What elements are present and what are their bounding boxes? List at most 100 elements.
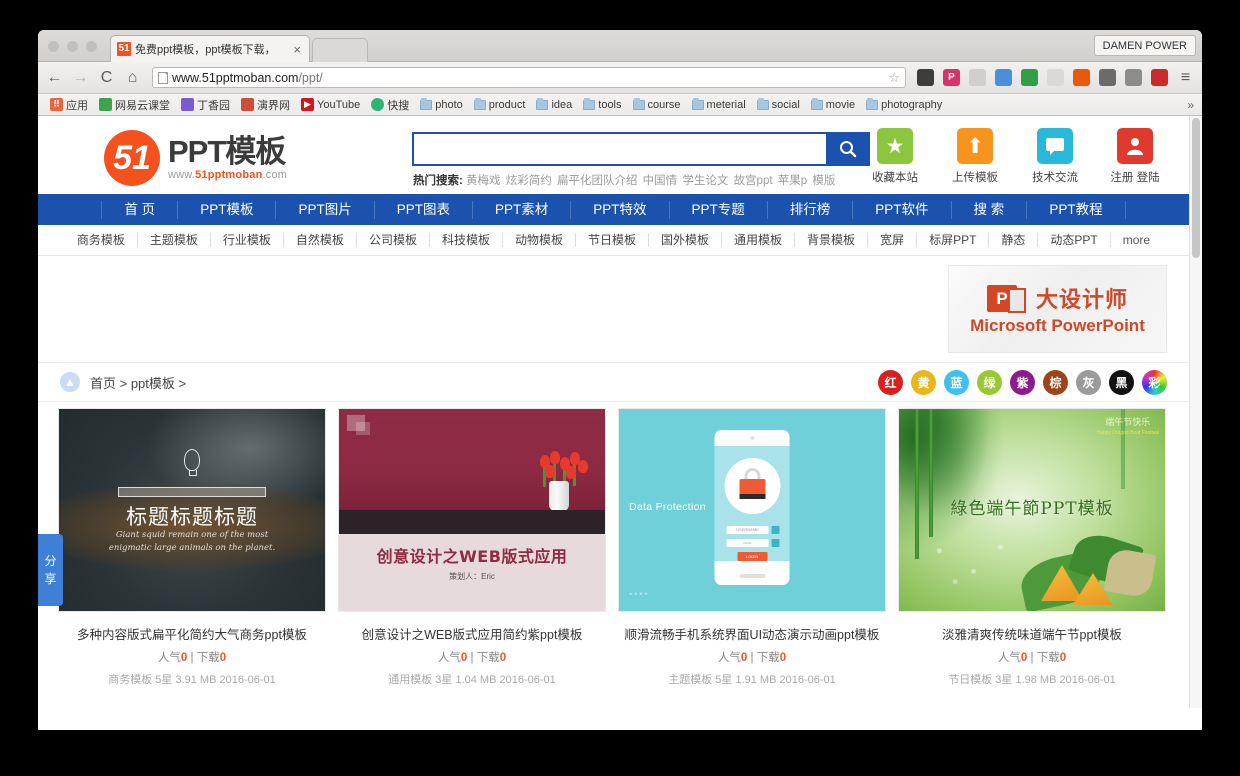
bookmark-dxy[interactable]: 丁香园 (177, 96, 234, 114)
quicklink-support[interactable]: 技术交流 (1023, 128, 1087, 185)
search-input[interactable] (412, 132, 826, 166)
color-filter-blue[interactable]: 蓝 (944, 369, 969, 395)
color-filter-brown[interactable]: 棕 (1043, 369, 1068, 395)
nav-item-topics[interactable]: PPT专题 (670, 200, 768, 219)
bookmark-folder-social[interactable]: social (753, 97, 804, 112)
extension-icon-7[interactable] (1073, 69, 1090, 86)
hot-term[interactable]: 炫彩简约 (506, 175, 552, 187)
nav-item-images[interactable]: PPT图片 (276, 200, 375, 219)
subnav-item-general[interactable]: 通用模板 (722, 233, 796, 247)
home-icon[interactable]: ⌂ (124, 69, 141, 87)
bookmark-folder-meterial[interactable]: meterial (688, 97, 750, 112)
card-title[interactable]: 顺滑流畅手机系统界面UI动态演示动画ppt模板 (618, 624, 886, 643)
color-filter-black[interactable]: 黑 (1109, 369, 1134, 395)
color-filter-colorful[interactable]: 彩 (1142, 369, 1167, 395)
extension-icon-3[interactable] (969, 69, 986, 86)
subnav-item-more[interactable]: more (1111, 233, 1162, 247)
window-controls[interactable] (48, 41, 97, 52)
bookmark-folder-photo[interactable]: photo (416, 97, 467, 112)
bookmark-kuaisou[interactable]: 快搜 (367, 96, 413, 114)
power-icon[interactable] (1099, 69, 1116, 86)
nav-item-search[interactable]: 搜 索 (952, 200, 1028, 219)
bookmark-apps[interactable]: ⠿ 应用 (46, 96, 92, 114)
hot-term[interactable]: 黄梅戏 (466, 175, 501, 187)
nav-item-ranking[interactable]: 排行榜 (768, 200, 854, 219)
nav-item-tutorial[interactable]: PPT教程 (1027, 200, 1126, 219)
browser-tab-active[interactable]: 51 免费ppt模板，ppt模板下载， × (110, 35, 310, 62)
site-logo[interactable]: 51 PPT模板 www.51pptmoban.com (104, 130, 287, 186)
bookmark-youtube[interactable]: ▶ YouTube (297, 97, 364, 112)
color-filter-yellow[interactable]: 黄 (911, 369, 936, 395)
nav-item-effects[interactable]: PPT特效 (571, 200, 670, 219)
template-card[interactable]: 标题标题标题 Giant squid remain one of the mos… (52, 408, 332, 687)
nav-item-charts[interactable]: PPT图表 (375, 200, 473, 219)
bookmark-folder-tools[interactable]: tools (579, 97, 625, 112)
template-card[interactable]: 端午节快乐 Happy Dragon Boat Festival 綠色端午節PP… (892, 408, 1172, 687)
powerpoint-ad-banner[interactable]: P 大设计师 Microsoft PowerPoint (948, 265, 1167, 353)
bookmark-folder-photography[interactable]: photography (862, 97, 946, 112)
browser-menu-icon[interactable]: ≡ (1177, 69, 1194, 87)
hot-term[interactable]: 苹果p (778, 175, 807, 187)
template-thumbnail[interactable]: 创意设计之WEB版式应用 策划人：Eric (338, 408, 606, 612)
template-card[interactable]: 创意设计之WEB版式应用 策划人：Eric 创意设计之WEB版式应用简约紫ppt… (332, 408, 612, 687)
subnav-item-industry[interactable]: 行业模板 (211, 233, 284, 247)
address-bar[interactable]: www.51pptmoban.com/ppt/ ☆ (152, 67, 906, 88)
bookmark-folder-product[interactable]: product (470, 97, 530, 112)
extension-icon-10[interactable] (1151, 69, 1168, 86)
hot-term[interactable]: 学生论文 (682, 175, 728, 187)
card-title[interactable]: 创意设计之WEB版式应用简约紫ppt模板 (338, 624, 606, 643)
bookmark-yanjie[interactable]: 演界网 (237, 96, 294, 114)
color-filter-green[interactable]: 绿 (977, 369, 1002, 395)
back-icon[interactable]: ← (46, 69, 63, 87)
hot-term[interactable]: 模版 (812, 175, 835, 187)
bookmark-folder-idea[interactable]: idea (532, 97, 576, 112)
quicklink-upload[interactable]: ⬆ 上传模板 (943, 128, 1007, 185)
subnav-item-foreign[interactable]: 国外模板 (649, 233, 723, 247)
subnav-item-animal[interactable]: 动物模板 (503, 233, 576, 247)
up-arrow-icon[interactable]: ▲ (60, 372, 80, 392)
card-title[interactable]: 多种内容版式扁平化简约大气商务ppt模板 (58, 624, 326, 643)
bookmarks-overflow-icon[interactable]: » (1187, 98, 1194, 112)
bookmark-folder-movie[interactable]: movie (807, 97, 859, 112)
template-thumbnail[interactable]: 端午节快乐 Happy Dragon Boat Festival 綠色端午節PP… (898, 408, 1166, 612)
subnav-item-holiday[interactable]: 节日模板 (576, 233, 649, 247)
nav-item-templates[interactable]: PPT模板 (178, 200, 277, 219)
template-thumbnail[interactable]: 标题标题标题 Giant squid remain one of the mos… (58, 408, 326, 612)
subnav-item-tech[interactable]: 科技模板 (430, 233, 503, 247)
reload-icon[interactable]: C (98, 69, 115, 87)
color-filter-gray[interactable]: 灰 (1076, 369, 1101, 395)
share-tab[interactable]: 分 享 (38, 534, 63, 606)
extension-icon-4[interactable] (995, 69, 1012, 86)
subnav-item-dynamic[interactable]: 动态PPT (1038, 233, 1111, 247)
template-card[interactable]: Data Protection USERNAME •••••• LOGIN ••… (612, 408, 892, 687)
close-tab-icon[interactable]: × (293, 42, 303, 57)
new-tab-button[interactable] (312, 38, 368, 62)
subnav-item-theme[interactable]: 主题模板 (138, 233, 211, 247)
extension-icon-5[interactable] (1021, 69, 1038, 86)
bookmark-folder-course[interactable]: course (629, 97, 685, 112)
quicklink-favorite[interactable]: ★ 收藏本站 (863, 128, 927, 185)
hot-term[interactable]: 中国情 (643, 175, 678, 187)
extension-icon-6[interactable] (1047, 69, 1064, 86)
page-scrollbar[interactable] (1189, 116, 1202, 708)
scrollbar-thumb[interactable] (1192, 118, 1200, 258)
subnav-item-standard[interactable]: 标屏PPT (917, 233, 990, 247)
nav-item-home[interactable]: 首 页 (101, 200, 179, 219)
bookmark-163-class[interactable]: 网易云课堂 (95, 96, 174, 114)
forward-icon[interactable]: → (72, 69, 89, 87)
minimize-window-button[interactable] (67, 41, 78, 52)
quicklink-account[interactable]: 注册 登陆 (1103, 128, 1167, 185)
bookmark-star-icon[interactable]: ☆ (888, 70, 900, 86)
nav-item-materials[interactable]: PPT素材 (473, 200, 572, 219)
subnav-item-widescreen[interactable]: 宽屏 (868, 233, 918, 247)
card-title[interactable]: 淡雅清爽传统味道端午节ppt模板 (898, 624, 1166, 643)
extension-icon-1[interactable] (917, 69, 934, 86)
color-filter-purple[interactable]: 紫 (1010, 369, 1035, 395)
template-thumbnail[interactable]: Data Protection USERNAME •••••• LOGIN ••… (618, 408, 886, 612)
close-window-button[interactable] (48, 41, 59, 52)
subnav-item-nature[interactable]: 自然模板 (284, 233, 357, 247)
color-filter-red[interactable]: 红 (878, 369, 903, 395)
hot-term[interactable]: 故宫ppt (734, 175, 773, 187)
subnav-item-static[interactable]: 静态 (989, 233, 1039, 247)
profile-button[interactable]: DAMEN POWER (1093, 35, 1196, 56)
